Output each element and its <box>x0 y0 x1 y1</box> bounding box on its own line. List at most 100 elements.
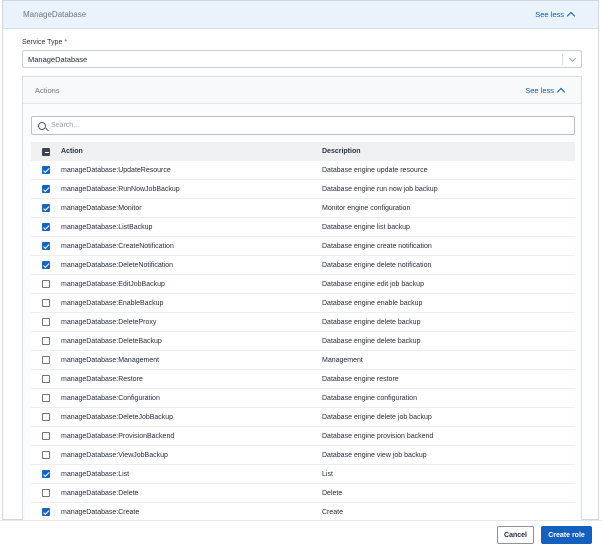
row-checkbox-cell <box>31 261 61 269</box>
row-checkbox-cell <box>31 204 61 212</box>
row-checkbox-cell <box>31 375 61 383</box>
action-cell: manageDatabase:Delete <box>61 489 139 497</box>
row-checkbox[interactable] <box>42 261 50 269</box>
service-type-value: ManageDatabase <box>28 54 88 64</box>
row-checkbox-cell <box>31 470 61 478</box>
table-row: manageDatabase:ViewJobBackup Database eng… <box>31 446 575 465</box>
table-row: manageDatabase:ProvisionBackend Database … <box>31 427 575 446</box>
description-cell: Management <box>322 356 363 364</box>
description-cell: Create <box>322 508 344 516</box>
row-checkbox[interactable] <box>42 280 50 288</box>
table-row: manageDatabase:DeleteBackup Database engi… <box>31 332 575 351</box>
row-checkbox[interactable] <box>42 204 50 212</box>
row-checkbox[interactable] <box>42 470 50 478</box>
table-row: manageDatabase:ListBackup Database engine… <box>31 218 575 237</box>
table-row: manageDatabase:EnableBackup Database engi… <box>31 294 575 313</box>
table-row: manageDatabase:DeleteProxy Database engin… <box>31 313 575 332</box>
description-cell: Database engine configuration <box>322 394 417 402</box>
service-type-label: Service Type * <box>22 39 67 46</box>
description-cell: Database engine edit job backup <box>322 280 424 288</box>
row-checkbox[interactable] <box>42 318 50 326</box>
row-checkbox-cell <box>31 166 61 174</box>
row-checkbox-cell <box>31 242 61 250</box>
table-row: manageDatabase:DeleteNotification Databas… <box>31 256 575 275</box>
select-separator <box>562 54 563 65</box>
description-cell: Database engine delete backup <box>322 318 421 326</box>
action-cell: manageDatabase:EditJobBackup <box>61 280 165 288</box>
action-cell: manageDatabase:Management <box>61 356 160 364</box>
actions-title: Actions <box>35 85 60 95</box>
description-cell: Database engine run now job backup <box>322 185 438 193</box>
action-cell: manageDatabase:DeleteNotification <box>61 261 174 269</box>
cancel-button[interactable]: Cancel <box>497 526 534 544</box>
row-checkbox[interactable] <box>42 413 50 421</box>
table-row: manageDatabase:Delete Delete <box>31 484 575 503</box>
required-marker: * <box>64 39 68 46</box>
see-less-label: See less <box>525 85 554 95</box>
row-checkbox-cell <box>31 185 61 193</box>
row-checkbox[interactable] <box>42 508 50 516</box>
chevron-up-icon <box>556 87 566 96</box>
row-checkbox-cell <box>31 337 61 345</box>
action-cell: manageDatabase:List <box>61 470 130 478</box>
row-checkbox-cell <box>31 413 61 421</box>
description-cell: Database engine restore <box>322 375 399 383</box>
chevron-up-icon <box>566 11 576 21</box>
table-body: manageDatabase:UpdateResource Database en… <box>31 161 575 522</box>
table-row: manageDatabase:Restore Database engine re… <box>31 370 575 389</box>
action-cell: manageDatabase:Monitor <box>61 204 142 212</box>
create-role-button[interactable]: Create role <box>541 526 592 544</box>
row-checkbox-cell <box>31 432 61 440</box>
description-cell: Database engine view job backup <box>322 451 427 459</box>
panel-see-less-toggle[interactable]: See less <box>535 10 576 21</box>
description-cell: Database engine enable backup <box>322 299 423 307</box>
row-checkbox-cell <box>31 394 61 402</box>
table-row: manageDatabase:RunNowJobBackup Database e… <box>31 180 575 199</box>
action-cell: manageDatabase:DeleteProxy <box>61 318 157 326</box>
search-input[interactable] <box>51 122 551 129</box>
table-header: Action Description <box>31 142 575 161</box>
table-row: manageDatabase:UpdateResource Database en… <box>31 161 575 180</box>
action-cell: manageDatabase:EnableBackup <box>61 299 164 307</box>
row-checkbox-cell <box>31 508 61 516</box>
search-box <box>31 116 575 135</box>
table-row: manageDatabase:Configuration Database eng… <box>31 389 575 408</box>
row-checkbox[interactable] <box>42 223 50 231</box>
table-row: manageDatabase:Monitor Monitor engine con… <box>31 199 575 218</box>
service-type-select[interactable]: ManageDatabase <box>22 50 582 68</box>
row-checkbox[interactable] <box>42 375 50 383</box>
row-checkbox[interactable] <box>42 451 50 459</box>
actions-see-less-toggle[interactable]: See less <box>525 85 566 96</box>
action-cell: manageDatabase:Create <box>61 508 140 516</box>
description-cell: Database engine provision backend <box>322 432 434 440</box>
select-all-checkbox[interactable] <box>42 147 50 156</box>
row-checkbox[interactable] <box>42 242 50 250</box>
select-all-cell <box>31 147 61 156</box>
column-header-description: Description <box>322 148 361 155</box>
row-checkbox[interactable] <box>42 432 50 440</box>
row-checkbox[interactable] <box>42 489 50 497</box>
see-less-label: See less <box>535 10 564 19</box>
row-checkbox[interactable] <box>42 166 50 174</box>
panel-title: ManageDatabase <box>23 10 87 19</box>
chevron-down-icon <box>568 54 577 63</box>
row-checkbox[interactable] <box>42 337 50 345</box>
description-cell: Database engine create notification <box>322 242 432 250</box>
description-cell: Database engine list backup <box>322 223 410 231</box>
row-checkbox[interactable] <box>42 185 50 193</box>
description-cell: Database engine delete job backup <box>322 413 432 421</box>
actions-header: Actions See less <box>23 77 581 104</box>
action-cell: manageDatabase:Configuration <box>61 394 160 402</box>
row-checkbox[interactable] <box>42 356 50 364</box>
service-type-label-text: Service Type <box>22 39 63 46</box>
row-checkbox[interactable] <box>42 394 50 402</box>
action-cell: manageDatabase:CreateNotification <box>61 242 174 250</box>
description-cell: Delete <box>322 489 343 497</box>
row-checkbox-cell <box>31 451 61 459</box>
description-cell: Database engine update resource <box>322 166 428 174</box>
description-cell: Database engine delete notification <box>322 261 432 269</box>
column-header-action: Action <box>61 148 83 155</box>
action-cell: manageDatabase:DeleteJobBackup <box>61 413 174 421</box>
table-row: manageDatabase:Management Management <box>31 351 575 370</box>
row-checkbox[interactable] <box>42 299 50 307</box>
